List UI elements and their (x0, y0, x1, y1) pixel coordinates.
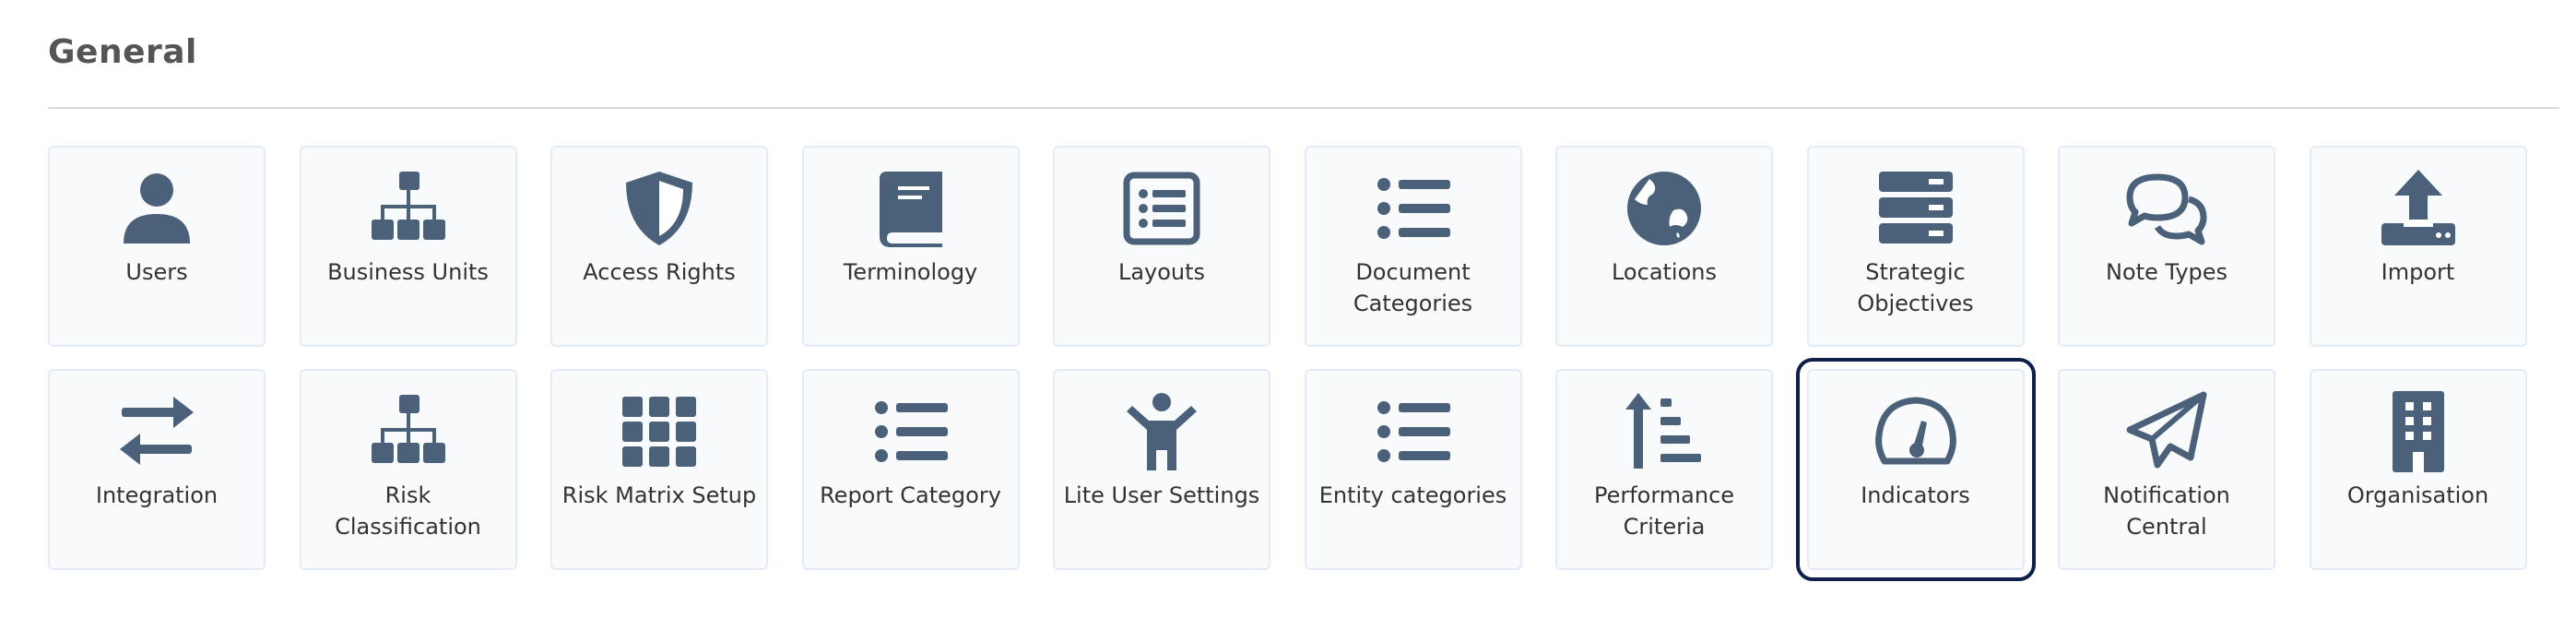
tile-strategic-objectives[interactable]: Strategic Objectives (1806, 146, 2025, 347)
grid-icon (617, 389, 702, 474)
list-icon (1371, 166, 1456, 251)
tile-report-category[interactable]: Report Category (801, 369, 1020, 570)
section-title: General (48, 33, 197, 71)
tile-label: Integration (95, 482, 219, 508)
tile-label: Performance Criteria (1593, 482, 1735, 540)
tile-label: Terminology (843, 259, 978, 285)
tile-label: Entity categories (1318, 482, 1507, 508)
list-icon (869, 389, 953, 474)
tile-label: Business Units (327, 259, 489, 285)
tile-lite-user-settings[interactable]: Lite User Settings (1053, 369, 1270, 570)
upload-icon (2376, 166, 2461, 251)
tile-entity-categories[interactable]: Entity categories (1304, 369, 1522, 570)
tile-notification-central[interactable]: Notification Central (2058, 369, 2275, 570)
tile-locations[interactable]: Locations (1555, 146, 1773, 347)
paper-plane-icon (2124, 389, 2209, 474)
child-icon (1119, 389, 1204, 474)
tile-label: Risk Matrix Setup (561, 482, 757, 508)
comments-icon (2124, 166, 2209, 251)
globe-icon (1622, 166, 1707, 251)
tachometer-icon (1873, 389, 1958, 474)
tile-label: Report Category (820, 482, 1001, 508)
section-divider (48, 107, 2559, 109)
tile-label: Import (2381, 259, 2455, 285)
tile-organisation[interactable]: Organisation (2309, 369, 2527, 570)
tile-label: Strategic Objectives (1857, 259, 1974, 316)
sitemap-icon (366, 166, 451, 251)
tile-label: Note Types (2105, 259, 2228, 285)
tile-label: Access Rights (583, 259, 736, 285)
list-alt-icon (1119, 166, 1204, 251)
tile-label: Indicators (1861, 482, 1970, 508)
user-icon (114, 166, 199, 251)
tile-import[interactable]: Import (2309, 146, 2527, 347)
server-icon (1873, 166, 1958, 251)
tile-terminology[interactable]: Terminology (801, 146, 1020, 347)
building-icon (2376, 389, 2461, 474)
tile-layouts[interactable]: Layouts (1053, 146, 1270, 347)
exchange-icon (114, 389, 199, 474)
tile-label: Locations (1611, 259, 1717, 285)
tile-label: Document Categories (1353, 259, 1473, 316)
tile-users[interactable]: Users (48, 146, 266, 347)
sort-amount-up-icon (1622, 389, 1707, 474)
tile-performance-criteria[interactable]: Performance Criteria (1555, 369, 1773, 570)
tile-risk-matrix-setup[interactable]: Risk Matrix Setup (550, 369, 768, 570)
tile-integration[interactable]: Integration (48, 369, 266, 570)
book-icon (869, 166, 953, 251)
tile-access-rights[interactable]: Access Rights (550, 146, 768, 347)
tile-label: Notification Central (2103, 482, 2230, 540)
tile-note-types[interactable]: Note Types (2058, 146, 2275, 347)
list-icon (1371, 389, 1456, 474)
tile-business-units[interactable]: Business Units (299, 146, 517, 347)
tile-label: Layouts (1117, 259, 1206, 285)
sitemap-icon (366, 389, 451, 474)
tile-label: Risk Classification (335, 482, 481, 540)
tile-document-categories[interactable]: Document Categories (1304, 146, 1522, 347)
tile-label: Organisation (2346, 482, 2489, 508)
shield-icon (617, 166, 702, 251)
tile-label: Lite User Settings (1063, 482, 1260, 508)
tile-risk-classification[interactable]: Risk Classification (299, 369, 517, 570)
tile-indicators[interactable]: Indicators (1795, 358, 2036, 581)
tile-label: Users (125, 259, 188, 285)
